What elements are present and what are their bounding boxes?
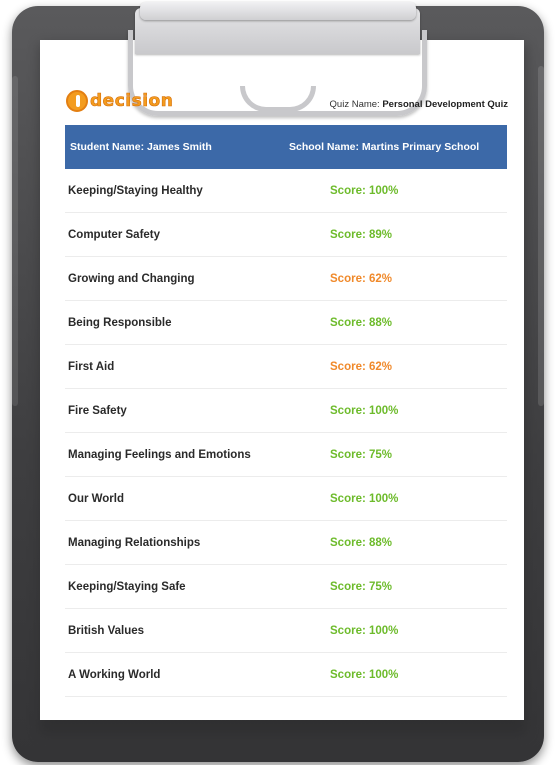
subject-name: Fire Safety	[68, 404, 127, 417]
score-value: Score: 100%	[330, 184, 399, 197]
result-row: Managing Feelings and Emotions Score: 75%	[65, 433, 507, 477]
result-row: Managing Relationships Score: 88%	[65, 521, 507, 565]
subject-name: Being Responsible	[68, 316, 172, 329]
clipboard-edge	[12, 76, 18, 406]
result-row: Growing and Changing Score: 62%	[65, 257, 507, 301]
result-row: Our World Score: 100%	[65, 477, 507, 521]
subject-name: Managing Feelings and Emotions	[68, 448, 251, 461]
subject-name: First Aid	[68, 360, 115, 373]
result-row: Fire Safety Score: 100%	[65, 389, 507, 433]
result-row: British Values Score: 100%	[65, 609, 507, 653]
subject-name: British Values	[68, 624, 145, 637]
score-value: Score: 89%	[330, 228, 393, 241]
score-value: Score: 100%	[330, 668, 399, 681]
decision-logo: decision	[66, 88, 173, 114]
result-row: A Working World Score: 100%	[65, 653, 507, 697]
clip-bar	[140, 2, 416, 20]
subject-name: Computer Safety	[68, 228, 161, 241]
school-name: School Name: Martins Primary School	[289, 141, 480, 153]
clipboard-edge	[538, 66, 544, 406]
quiz-name-label: Quiz Name:	[329, 99, 380, 110]
subject-name: Our World	[68, 492, 125, 505]
score-value: Score: 100%	[330, 492, 399, 505]
result-row: First Aid Score: 62%	[65, 345, 507, 389]
results-rows: Keeping/Staying Healthy Score: 100% Comput…	[65, 169, 507, 697]
results-table-header: Student Name: James Smith School Name: M…	[65, 125, 507, 169]
quiz-name: Quiz Name: Personal Development Quiz	[330, 99, 508, 110]
score-value: Score: 88%	[330, 536, 393, 549]
results-table: Student Name: James Smith School Name: M…	[65, 125, 507, 697]
score-value: Score: 100%	[330, 624, 399, 637]
score-value: Score: 62%	[330, 272, 393, 285]
result-row: Being Responsible Score: 88%	[65, 301, 507, 345]
score-value: Score: 88%	[330, 316, 393, 329]
result-row: Computer Safety Score: 89%	[65, 213, 507, 257]
subject-name: Growing and Changing	[68, 272, 195, 285]
score-value: Score: 100%	[330, 404, 399, 417]
logo-mark-icon	[66, 90, 88, 112]
score-value: Score: 62%	[330, 360, 393, 373]
subject-name: A Working World	[68, 668, 161, 681]
result-row: Keeping/Staying Healthy Score: 100%	[65, 169, 507, 213]
result-row: Keeping/Staying Safe Score: 75%	[65, 565, 507, 609]
logo-text: decision	[90, 91, 174, 112]
subject-name: Keeping/Staying Safe	[68, 580, 186, 593]
student-name: Student Name: James Smith	[70, 141, 212, 153]
score-value: Score: 75%	[330, 448, 393, 461]
score-value: Score: 75%	[330, 580, 393, 593]
subject-name: Managing Relationships	[68, 536, 201, 549]
subject-name: Keeping/Staying Healthy	[68, 184, 203, 197]
quiz-name-value: Personal Development Quiz	[382, 99, 508, 110]
